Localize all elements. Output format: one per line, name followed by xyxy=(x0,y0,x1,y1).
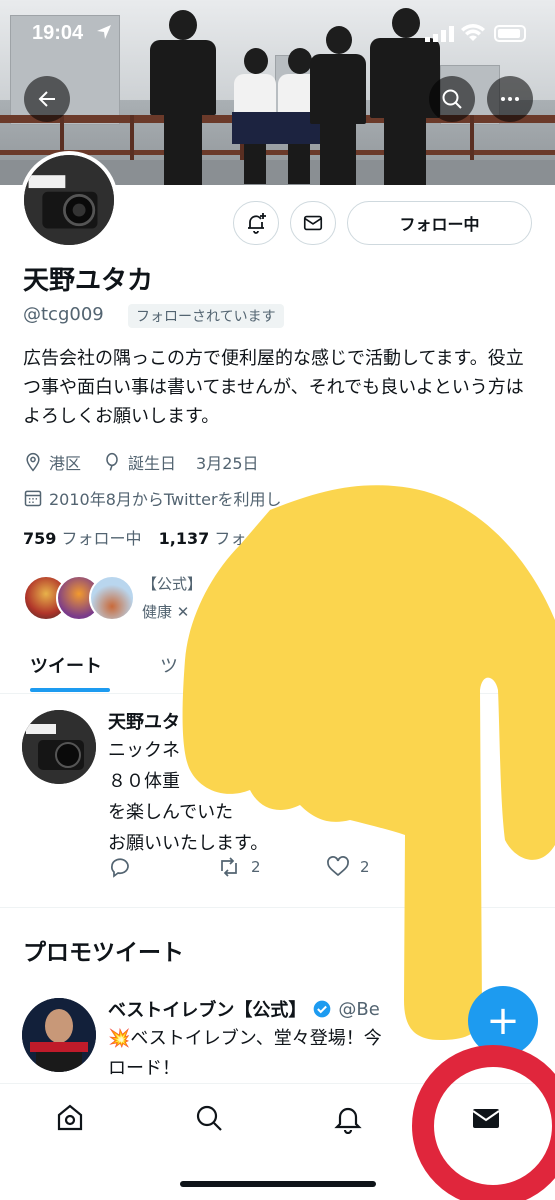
mail-icon xyxy=(303,215,323,231)
following-count[interactable]: 759 xyxy=(23,529,56,548)
home-indicator xyxy=(180,1181,376,1187)
retweet-count: 2 xyxy=(251,858,261,876)
profile-joined: 2010年8月からTwitterを利用し xyxy=(23,486,282,510)
more-button[interactable] xyxy=(487,76,533,122)
tweet-line-end: しく xyxy=(502,802,538,823)
profile-tabs: ツイート ツ xyxy=(0,640,555,694)
profile-handle: @tcg009 xyxy=(23,304,104,325)
search-icon xyxy=(442,89,462,109)
calendar-icon xyxy=(24,490,42,507)
retweet-icon xyxy=(221,857,237,877)
promoted-section-title: プロモツイート xyxy=(23,940,184,966)
promo-author-row: ベストイレブン【公式】 @Be xyxy=(108,996,380,1022)
status-time: 19:04 xyxy=(32,22,84,44)
follows-you-badge: フォローされています xyxy=(128,304,284,328)
known-followers-text[interactable]: 【公式】 健康 ✕ xyxy=(142,570,202,626)
profile-location: 港区 xyxy=(23,450,81,474)
profile-birthday: 誕生日 3月25日 xyxy=(102,450,259,474)
search-button[interactable] xyxy=(429,76,475,122)
tweet-line: ニックネ xyxy=(108,740,180,761)
tweet-line: ８０体重 xyxy=(108,771,180,792)
more-icon xyxy=(501,97,519,101)
joined-text: 2010年8月からTwitterを利用し xyxy=(49,490,282,509)
wifi-icon xyxy=(461,24,485,41)
promo-handle: @Be xyxy=(338,998,380,1020)
plus-icon: + xyxy=(486,998,520,1044)
heart-icon xyxy=(327,856,349,877)
section-divider xyxy=(0,907,555,908)
known-follower-avatar[interactable] xyxy=(89,575,135,621)
location-pin-icon xyxy=(26,452,40,472)
status-bar: 19:04 xyxy=(0,0,555,70)
known-followers-line: 健康 ✕ xyxy=(142,603,190,621)
reply-action[interactable] xyxy=(108,855,132,879)
balloon-icon xyxy=(106,452,118,471)
tab-replies[interactable]: ツ xyxy=(160,652,178,678)
tweet-text: ニックネ 長 ８０体重 音 を楽しんでいた しく お願いいたします。 xyxy=(108,735,538,859)
profile-bio: 広告会社の隅っこの方で便利屋的な感じで活動してます。役立つ事や面白い事は書いてま… xyxy=(23,348,524,427)
like-count: 2 xyxy=(360,858,370,876)
reply-icon xyxy=(111,858,129,878)
tweet-line: を楽しんでいた xyxy=(108,802,234,823)
tweet-line-end: 長 xyxy=(460,740,478,761)
like-action[interactable]: 2 xyxy=(326,855,370,879)
bell-plus-icon xyxy=(248,213,266,234)
battery-icon xyxy=(494,25,526,42)
birthday-label: 誕生日 xyxy=(128,454,177,473)
explore-search-icon[interactable] xyxy=(193,1102,225,1134)
tweet-avatar[interactable] xyxy=(22,710,96,784)
following-label[interactable]: フォロー中 xyxy=(62,529,142,548)
promo-author: ベストイレブン【公式】 xyxy=(108,1000,307,1021)
known-followers-line: 【公式】 xyxy=(142,575,203,593)
retweet-action[interactable]: 2 xyxy=(217,855,261,879)
avatar-camera-image xyxy=(24,155,114,245)
tab-tweets[interactable]: ツイート xyxy=(30,652,102,678)
banner-rail-post xyxy=(470,115,474,160)
tweet-author: 天野ユタ xyxy=(108,712,180,733)
following-button[interactable]: フォロー中 xyxy=(347,201,532,245)
location-arrow-icon xyxy=(97,25,111,39)
verified-badge-icon xyxy=(314,1000,331,1018)
message-button[interactable] xyxy=(290,201,336,245)
tab-indicator xyxy=(30,688,110,692)
followers-count[interactable]: 1,137 xyxy=(159,529,210,548)
followers-label[interactable]: フォ xyxy=(214,529,246,548)
banner-rail-post xyxy=(130,115,134,160)
follow-counts: 759 フォロー中 1,137 フォ xyxy=(23,525,246,549)
back-button[interactable] xyxy=(24,76,70,122)
profile-name: 天野ユタカ xyxy=(23,266,154,296)
cellular-signal-icon xyxy=(425,26,454,42)
notify-button[interactable] xyxy=(233,201,279,245)
location-text: 港区 xyxy=(49,454,82,473)
notifications-bell-icon[interactable] xyxy=(332,1102,364,1134)
avatar-camera-image xyxy=(22,710,96,784)
home-icon[interactable] xyxy=(54,1102,86,1134)
tweet-line: お願いいたします。 xyxy=(108,833,269,854)
arrow-left-icon xyxy=(38,91,55,107)
avatar-portrait-image xyxy=(22,998,96,1072)
promo-avatar[interactable] xyxy=(22,998,96,1072)
birthday-text: 3月25日 xyxy=(196,454,259,473)
tweet-line-end: 音 xyxy=(520,771,538,792)
profile-avatar[interactable] xyxy=(20,151,118,249)
